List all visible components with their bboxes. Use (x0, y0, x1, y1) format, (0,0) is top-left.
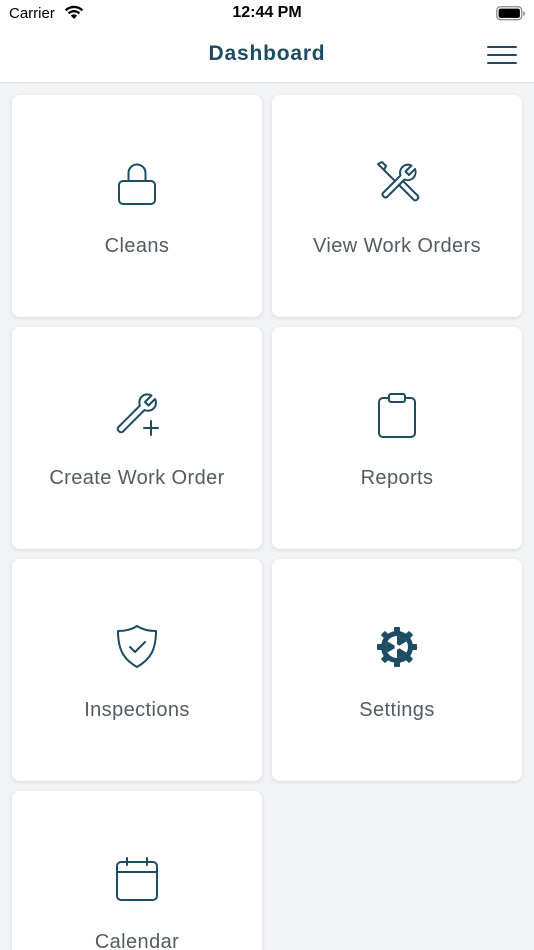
wrench-plus-icon (113, 391, 161, 439)
menu-button[interactable] (486, 43, 518, 67)
shield-check-icon (113, 623, 161, 671)
tile-label: Cleans (104, 235, 170, 257)
tile-label: Settings (359, 699, 435, 721)
page-title: Dashboard (208, 42, 326, 65)
tools-icon (373, 159, 421, 207)
hamburger-icon-line (487, 62, 517, 64)
tile-reports[interactable]: Reports (272, 327, 522, 549)
tile-label: View Work Orders (313, 235, 481, 257)
gear-icon (373, 623, 421, 671)
tile-label: Create Work Order (49, 467, 225, 489)
status-bar: Carrier 12:44 PM (0, 0, 534, 28)
tile-cleans[interactable]: Cleans (12, 95, 262, 317)
clock: 12:44 PM (232, 4, 302, 21)
hamburger-icon-line (487, 46, 517, 48)
hamburger-icon-line (487, 54, 517, 56)
battery-icon (496, 6, 526, 26)
tile-calendar[interactable]: Calendar (12, 791, 262, 950)
calendar-icon (113, 855, 161, 903)
tile-label: Inspections (84, 699, 190, 721)
clipboard-icon (373, 391, 421, 439)
tile-label: Calendar (94, 931, 180, 950)
tile-label: Reports (360, 467, 434, 489)
tile-create-work-order[interactable]: Create Work Order (12, 327, 262, 549)
nav-bar: Dashboard (0, 28, 534, 83)
tile-settings[interactable]: Settings (272, 559, 522, 781)
tile-inspections[interactable]: Inspections (12, 559, 262, 781)
lock-icon (113, 159, 161, 207)
tile-view-work-orders[interactable]: View Work Orders (272, 95, 522, 317)
